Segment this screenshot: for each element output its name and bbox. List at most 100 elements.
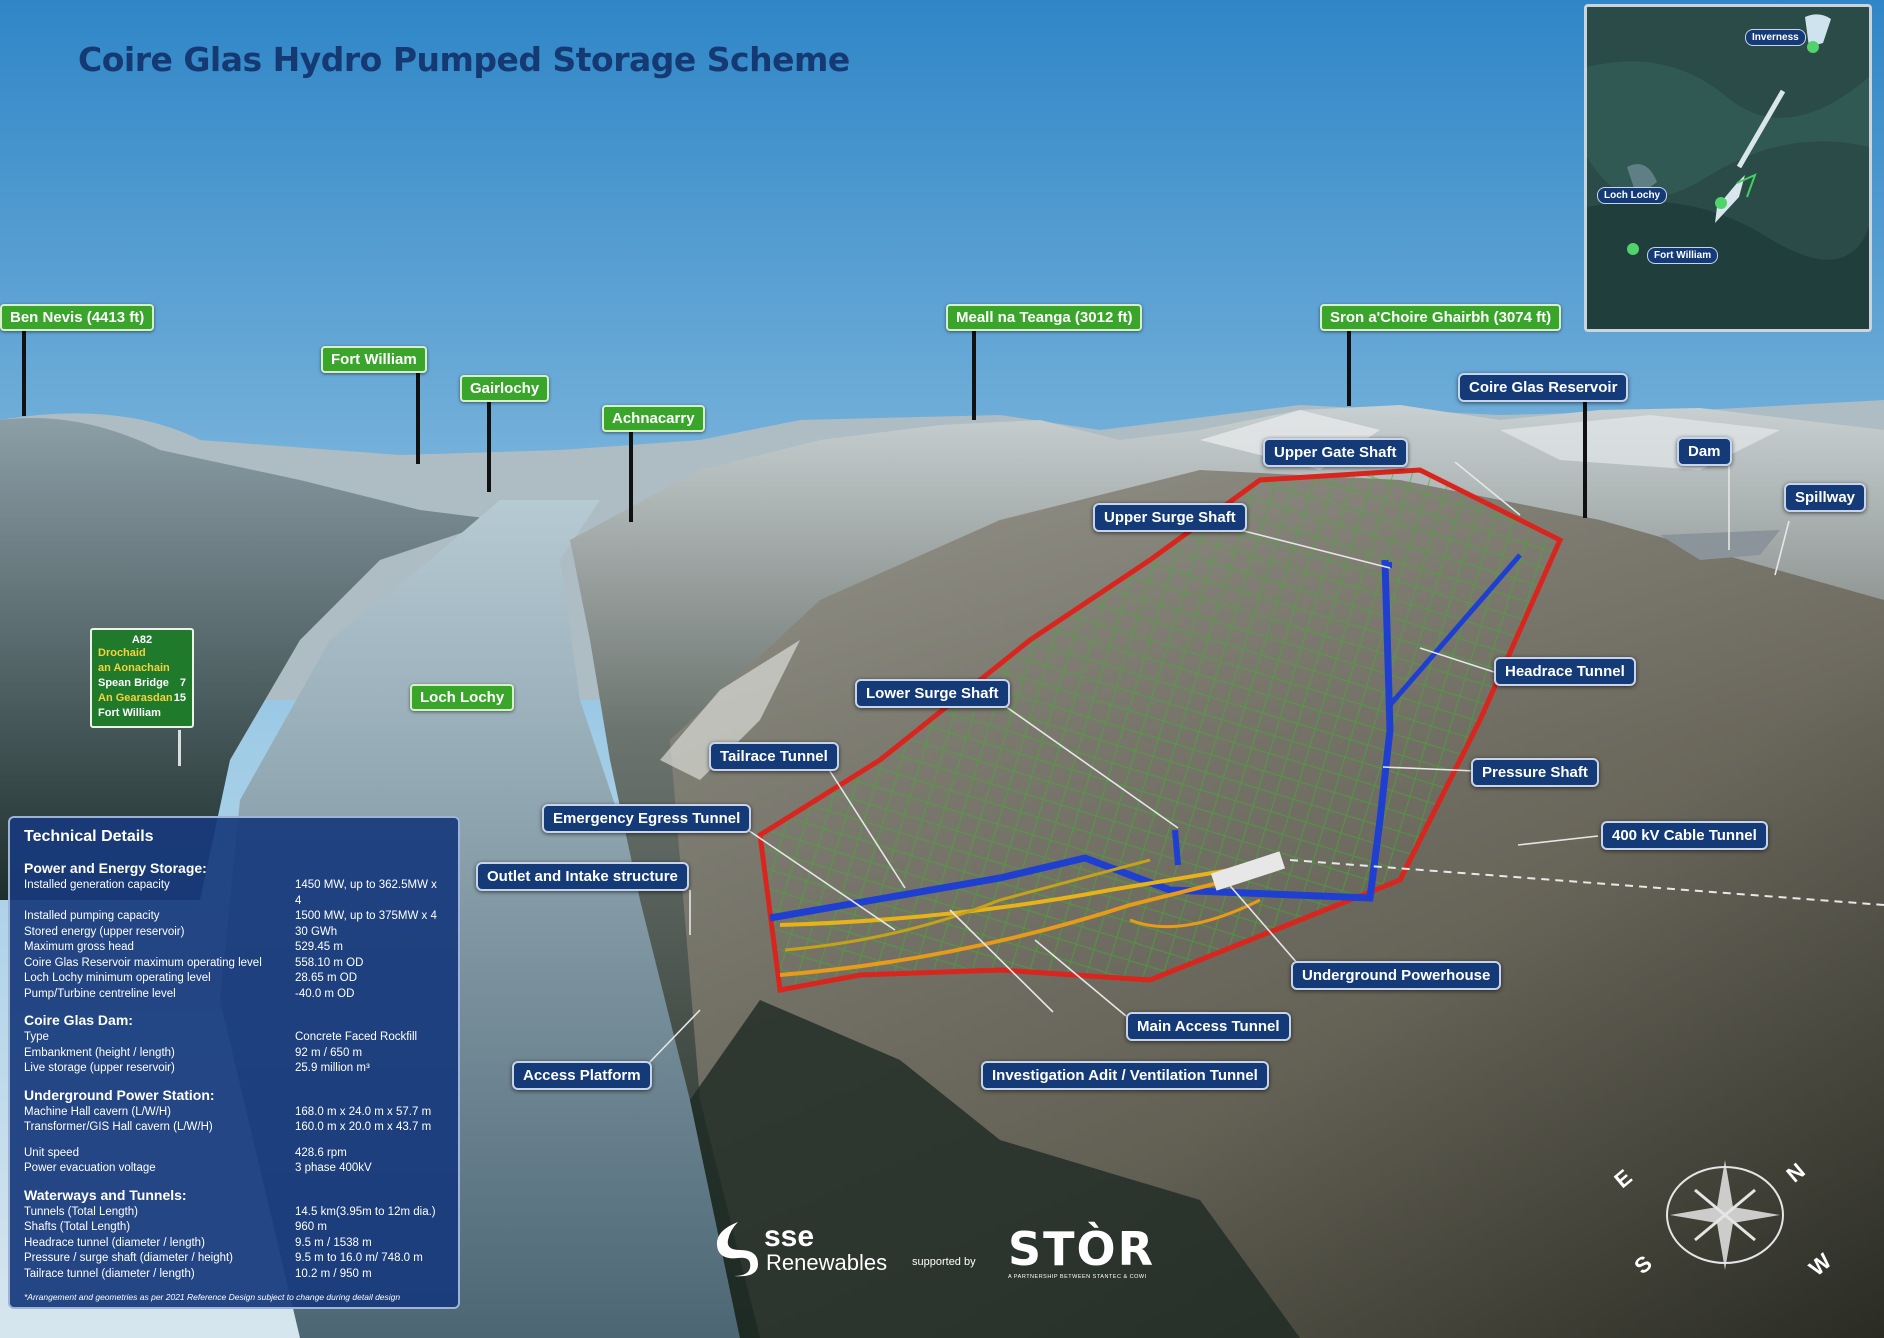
technical-row: Stored energy (upper reservoir) 30 GWh	[22, 925, 446, 941]
technical-row: Coire Glas Reservoir maximum operating l…	[22, 956, 446, 972]
technical-key: Tailrace tunnel (diameter / length)	[24, 1267, 195, 1280]
sign-line2: an Aonachain	[98, 662, 170, 674]
inset-label-fort-william: Fort William	[1647, 247, 1719, 264]
compass-rose: N E S W	[1609, 1150, 1836, 1285]
label-dam: Dam	[1677, 437, 1732, 466]
technical-row: Installed pumping capacity 1500 MW, up to…	[22, 909, 446, 925]
technical-value: 168.0 m x 24.0 m x 57.7 m	[295, 1105, 432, 1118]
sse-renewables-text: Renewables	[766, 1250, 888, 1275]
label-ben-nevis: Ben Nevis (4413 ft)	[0, 304, 155, 331]
sign-line3-dist: 7	[179, 677, 186, 689]
technical-section-title: Power and Energy Storage:	[24, 860, 207, 876]
stor-subtitle: A PARTNERSHIP BETWEEN STANTEC & COWI	[1008, 1274, 1147, 1280]
technical-row: Headrace tunnel (diameter / length) 9.5 m…	[22, 1236, 446, 1252]
technical-row: Installed generation capacity 1450 MW, up…	[22, 878, 446, 909]
technical-value: 3 phase 400kV	[295, 1162, 372, 1174]
technical-row: Type Concrete Faced Rockfill	[22, 1030, 446, 1046]
technical-value: 529.45 m	[295, 941, 343, 953]
technical-value: 1450 MW, up to 362.5MW x 4	[295, 879, 437, 907]
technical-value: 960 m	[295, 1221, 327, 1233]
technical-row: Tunnels (Total Length) 14.5 km(3.95m to 1…	[22, 1205, 446, 1221]
label-access-platform: Access Platform	[512, 1061, 652, 1090]
technical-value: 428.6 rpm	[295, 1146, 347, 1159]
technical-row	[22, 1136, 446, 1146]
label-upper-surge-shaft: Upper Surge Shaft	[1093, 503, 1247, 532]
road-sign: A82 Drochaid an Aonachain Spean Bridge 7 …	[90, 628, 194, 728]
technical-key: Stored energy (upper reservoir)	[24, 925, 185, 938]
technical-row: Unit speed 428.6 rpm	[22, 1146, 446, 1162]
pole-sron	[1347, 330, 1351, 406]
label-sron: Sron a'Choire Ghairbh (3074 ft)	[1320, 304, 1562, 331]
label-underground-powerhouse: Underground Powerhouse	[1291, 961, 1502, 990]
pole-ben-nevis	[22, 330, 26, 416]
label-meall-na-teanga: Meall na Teanga (3012 ft)	[946, 304, 1143, 331]
sign-line4-dist: 15	[173, 692, 186, 704]
technical-row: Pressure / surge shaft (diameter / heigh…	[22, 1251, 446, 1267]
stor-logo: STÒR	[1008, 1222, 1156, 1276]
sign-line3: Spean Bridge	[98, 677, 169, 689]
sign-road: A82	[131, 634, 153, 646]
technical-row: Transformer/GIS Hall cavern (L/W/H) 160.0…	[22, 1120, 446, 1136]
sign-line4: An Gearasdan	[98, 692, 173, 704]
inset-label-inverness: Inverness	[1745, 29, 1806, 46]
label-headrace-tunnel: Headrace Tunnel	[1494, 657, 1636, 686]
pole-gairlochy	[487, 400, 491, 492]
technical-value: 160.0 m x 20.0 m x 43.7 m	[295, 1121, 432, 1133]
technical-key: Headrace tunnel (diameter / length)	[24, 1236, 205, 1249]
label-cable-tunnel: 400 kV Cable Tunnel	[1601, 821, 1768, 850]
technical-note: *Arrangement and geometries as per 2021 …	[24, 1292, 401, 1302]
label-loch-lochy: Loch Lochy	[410, 684, 515, 711]
technical-key: Type	[24, 1031, 49, 1043]
technical-key: Pump/Turbine centreline level	[24, 987, 176, 1000]
label-pressure-shaft: Pressure Shaft	[1471, 758, 1599, 787]
sign-post	[178, 730, 181, 766]
technical-row: Machine Hall cavern (L/W/H) 168.0 m x 24.…	[22, 1105, 446, 1121]
label-main-access-tunnel: Main Access Tunnel	[1126, 1012, 1291, 1041]
technical-key: Unit speed	[24, 1146, 79, 1159]
technical-section-title: Underground Power Station:	[24, 1086, 215, 1103]
sse-swirl-icon	[716, 1222, 758, 1277]
technical-row: Live storage (upper reservoir) 25.9 milli…	[22, 1061, 446, 1077]
label-achnacarry: Achnacarry	[602, 405, 705, 432]
technical-key	[24, 1136, 295, 1146]
technical-key: Tunnels (Total Length)	[24, 1205, 139, 1218]
technical-section-title: Waterways and Tunnels:	[24, 1186, 187, 1203]
sse-wordmark: sse	[764, 1220, 815, 1253]
technical-row: Maximum gross head 529.45 m	[22, 940, 446, 956]
sign-line5: Fort William	[98, 707, 161, 719]
technical-key: Installed pumping capacity	[24, 910, 160, 922]
technical-value: 558.10 m OD	[295, 956, 364, 969]
technical-value	[295, 1136, 446, 1146]
label-spillway: Spillway	[1784, 483, 1867, 512]
label-fort-william: Fort William	[321, 346, 427, 373]
page-title: Coire Glas Hydro Pumped Storage Scheme	[78, 40, 850, 79]
technical-key: Installed generation capacity	[24, 879, 170, 891]
label-investigation-adit: Investigation Adit / Ventilation Tunnel	[981, 1061, 1269, 1090]
technical-value: Concrete Faced Rockfill	[295, 1031, 418, 1043]
technical-value: 25.9 million m³	[295, 1062, 370, 1074]
technical-value: 28.65 m OD	[295, 972, 357, 984]
label-lower-surge-shaft: Lower Surge Shaft	[855, 679, 1010, 708]
technical-value: 92 m / 650 m	[295, 1046, 363, 1059]
technical-key: Machine Hall cavern (L/W/H)	[24, 1105, 171, 1118]
technical-value: 1500 MW, up to 375MW x 4	[295, 910, 437, 922]
technical-row: Tailrace tunnel (diameter / length) 10.2 …	[22, 1267, 446, 1283]
technical-value: 30 GWh	[295, 925, 338, 938]
technical-key: Embankment (height / length)	[24, 1046, 175, 1059]
label-tailrace-tunnel: Tailrace Tunnel	[709, 742, 839, 771]
technical-row: Loch Lochy minimum operating level 28.65 …	[22, 971, 446, 987]
pole-achnacarry	[629, 430, 633, 522]
pole-reservoir	[1583, 400, 1587, 518]
sign-line1: Drochaid	[98, 647, 146, 659]
technical-key: Shafts (Total Length)	[24, 1221, 131, 1233]
technical-key: Pressure / surge shaft (diameter / heigh…	[24, 1252, 234, 1264]
technical-value: 14.5 km(3.95m to 12m dia.)	[295, 1205, 436, 1218]
technical-row: Embankment (height / length) 92 m / 650 m	[22, 1046, 446, 1062]
technical-section-title: Coire Glas Dam:	[24, 1012, 133, 1028]
technical-key: Transformer/GIS Hall cavern (L/W/H)	[24, 1121, 213, 1133]
technical-key: Loch Lochy minimum operating level	[24, 972, 211, 984]
technical-value: -40.0 m OD	[295, 987, 355, 1000]
label-coire-glas-reservoir: Coire Glas Reservoir	[1458, 373, 1629, 402]
technical-row: Pump/Turbine centreline level -40.0 m OD	[22, 987, 446, 1003]
pole-fort-william	[416, 372, 420, 464]
